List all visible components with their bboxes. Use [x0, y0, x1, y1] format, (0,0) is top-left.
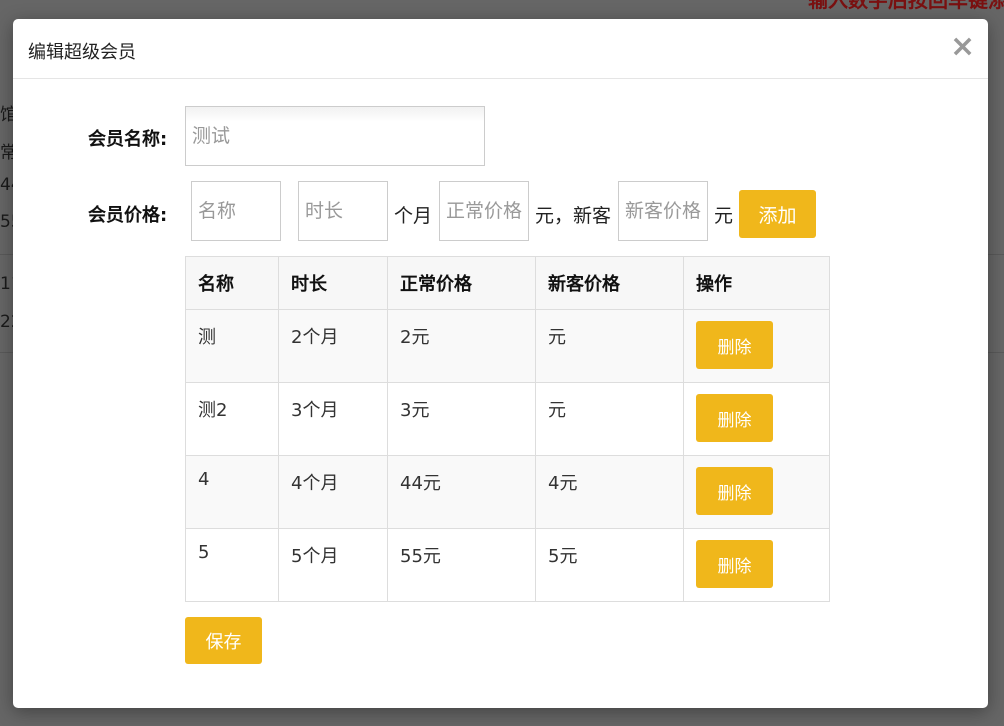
table-row: 4 4个月 44元 4元 删除	[185, 455, 830, 529]
column-header-duration: 时长	[278, 256, 388, 310]
cell-new-price: 元	[535, 309, 684, 383]
table-header-row: 名称 时长 正常价格 新客价格 操作	[185, 256, 830, 310]
cell-action: 删除	[683, 382, 830, 456]
cell-action: 删除	[683, 309, 830, 383]
cell-name: 测2	[185, 382, 279, 456]
edit-super-member-dialog: 编辑超级会员 × 会员名称: 会员价格: 个月 元，新客 元 添加 名称 时长 …	[13, 19, 988, 708]
add-button[interactable]: 添加	[739, 190, 816, 238]
cell-normal-price: 55元	[387, 528, 536, 602]
delete-button[interactable]: 删除	[696, 321, 773, 369]
cell-duration: 3个月	[278, 382, 388, 456]
cell-name: 4	[185, 455, 279, 529]
cell-duration: 2个月	[278, 309, 388, 383]
item-name-input[interactable]	[191, 181, 281, 241]
duration-unit-label: 个月	[394, 205, 433, 227]
member-name-input[interactable]	[185, 106, 485, 166]
column-header-new-price: 新客价格	[535, 256, 684, 310]
table-row: 测 2个月 2元 元 删除	[185, 309, 830, 383]
close-icon[interactable]: ×	[950, 32, 975, 62]
table-row: 测2 3个月 3元 元 删除	[185, 382, 830, 456]
table-row: 5 5个月 55元 5元 删除	[185, 528, 830, 602]
new-customer-price-input[interactable]	[618, 181, 708, 241]
cell-normal-price: 2元	[387, 309, 536, 383]
column-header-action: 操作	[683, 256, 830, 310]
cell-normal-price: 3元	[387, 382, 536, 456]
cell-new-price: 4元	[535, 455, 684, 529]
save-button[interactable]: 保存	[185, 617, 262, 664]
modal-title: 编辑超级会员	[28, 42, 136, 63]
yuan-new-customer-label: 元，新客	[535, 205, 612, 227]
modal-header: 编辑超级会员 ×	[13, 19, 988, 79]
column-header-name: 名称	[185, 256, 279, 310]
duration-input[interactable]	[298, 181, 388, 241]
member-name-label: 会员名称:	[88, 129, 168, 150]
delete-button[interactable]: 删除	[696, 467, 773, 515]
price-table: 名称 时长 正常价格 新客价格 操作 测 2个月 2元 元 删除 测2 3个月 …	[185, 256, 830, 602]
cell-normal-price: 44元	[387, 455, 536, 529]
cell-action: 删除	[683, 528, 830, 602]
cell-new-price: 5元	[535, 528, 684, 602]
yuan-label: 元	[714, 205, 734, 227]
cell-action: 删除	[683, 455, 830, 529]
cell-name: 测	[185, 309, 279, 383]
delete-button[interactable]: 删除	[696, 540, 773, 588]
member-price-label: 会员价格:	[88, 205, 168, 226]
delete-button[interactable]: 删除	[696, 394, 773, 442]
cell-name: 5	[185, 528, 279, 602]
cell-new-price: 元	[535, 382, 684, 456]
background-hint-text: 输入数字后按回车键添	[808, 0, 1004, 12]
column-header-normal-price: 正常价格	[387, 256, 536, 310]
normal-price-input[interactable]	[439, 181, 529, 241]
cell-duration: 5个月	[278, 528, 388, 602]
cell-duration: 4个月	[278, 455, 388, 529]
